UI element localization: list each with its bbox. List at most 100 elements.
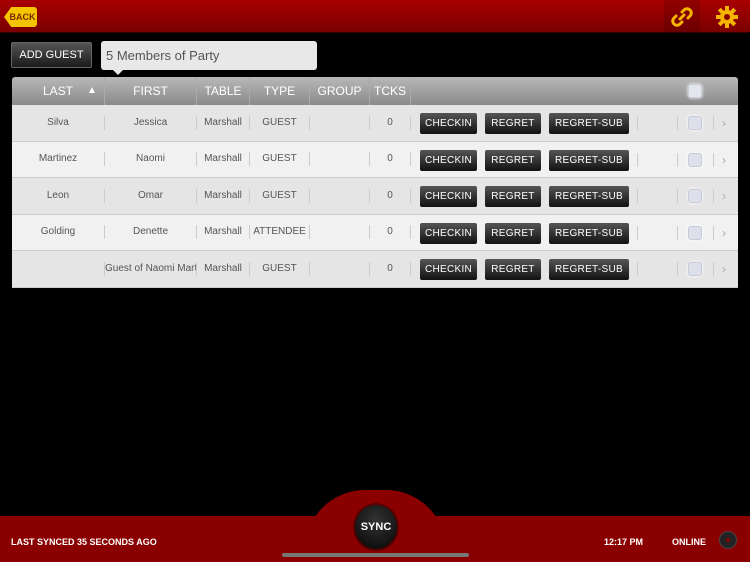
gear-icon (716, 5, 738, 28)
divider (637, 225, 638, 240)
chevron-right-icon[interactable]: › (722, 189, 726, 203)
divider (677, 189, 678, 203)
divider (713, 262, 714, 276)
home-indicator[interactable] (282, 553, 469, 557)
column-label: LAST (42, 84, 73, 98)
table-body: Silva Jessica Marshall GUEST 0 CHECKIN REGRET R… (12, 105, 738, 288)
divider (677, 152, 678, 167)
sync-button[interactable]: SYNC (353, 503, 399, 551)
cell-last: Silva (12, 115, 105, 130)
table-row[interactable]: Guest of Naomi Mart Marshall GUEST 0 CHECKIN… (12, 251, 738, 288)
divider (637, 152, 638, 167)
cell-table: Marshall (197, 152, 250, 167)
sort-ascending-icon: ▲ (87, 85, 97, 96)
regret-sub-button[interactable]: REGRET-SUB (549, 186, 629, 207)
row-checkbox[interactable] (688, 152, 702, 167)
divider (677, 262, 678, 276)
column-first[interactable]: FIRST (105, 77, 197, 105)
cell-last: Martinez (12, 152, 105, 167)
back-button[interactable]: BACK (4, 7, 37, 27)
party-members-label: 5 Members of Party (101, 41, 317, 75)
status-indicator-icon (719, 531, 737, 549)
chevron-right-icon[interactable]: › (722, 226, 726, 240)
cell-group-id (310, 152, 370, 167)
link-button[interactable] (664, 0, 700, 33)
table-row[interactable]: Golding Denette Marshall ATTENDEE 0 CHECKIN RE… (12, 214, 738, 251)
cell-type: GUEST (250, 115, 310, 130)
cell-first: Naomi (105, 152, 197, 167)
cell-tcks: 0 (370, 225, 411, 240)
divider (713, 152, 714, 167)
settings-button[interactable] (709, 0, 745, 33)
guest-table: LAST ▲ FIRST TABLE TYPE GROUP ID TCKS Sil… (12, 77, 738, 288)
cell-first: Denette (105, 225, 197, 240)
regret-sub-button[interactable]: REGRET-SUB (549, 259, 629, 280)
link-icon (671, 6, 693, 27)
cell-last: Golding (12, 225, 105, 240)
column-last[interactable]: LAST ▲ (12, 77, 105, 105)
top-bar: BACK (0, 0, 750, 33)
cell-tcks: 0 (370, 188, 411, 203)
divider (713, 189, 714, 203)
connection-status: ONLINE (672, 537, 707, 547)
row-checkbox[interactable] (688, 262, 702, 276)
cell-table: Marshall (197, 225, 250, 240)
checkin-button[interactable]: CHECKIN (420, 113, 477, 134)
column-table[interactable]: TABLE (197, 77, 250, 105)
regret-button[interactable]: REGRET (485, 113, 541, 134)
row-checkbox[interactable] (688, 189, 702, 203)
divider (637, 189, 638, 203)
cell-last (12, 261, 105, 276)
table-header: LAST ▲ FIRST TABLE TYPE GROUP ID TCKS (12, 77, 738, 126)
cell-table: Marshall (197, 115, 250, 130)
table-row[interactable]: Martinez Naomi Marshall GUEST 0 CHECKIN REGRET… (12, 141, 738, 178)
cell-tcks: 0 (370, 115, 411, 130)
checkin-button[interactable]: CHECKIN (420, 259, 477, 280)
cell-first: Jessica (105, 115, 197, 130)
cell-type: GUEST (250, 261, 310, 276)
cell-type: GUEST (250, 188, 310, 203)
chevron-right-icon[interactable]: › (722, 153, 726, 167)
regret-button[interactable]: REGRET (485, 186, 541, 207)
cell-group-id (310, 225, 370, 240)
divider (713, 225, 714, 240)
table-row[interactable]: Leon Omar Marshall GUEST 0 CHECKIN REGRET REGRE… (12, 178, 738, 215)
row-checkbox[interactable] (688, 116, 702, 130)
regret-sub-button[interactable]: REGRET-SUB (549, 222, 629, 244)
regret-button[interactable]: REGRET (485, 259, 541, 280)
divider (677, 225, 678, 240)
table-row[interactable]: Silva Jessica Marshall GUEST 0 CHECKIN REGRET R… (12, 105, 738, 142)
divider (637, 116, 638, 130)
column-group-id[interactable]: GROUP ID (310, 77, 370, 126)
cell-first: Omar (105, 188, 197, 203)
cell-tcks: 0 (370, 261, 411, 276)
cell-table: Marshall (197, 188, 250, 203)
cell-group-id (310, 261, 370, 276)
checkin-button[interactable]: CHECKIN (420, 186, 477, 207)
chevron-right-icon[interactable]: › (722, 116, 726, 130)
clock-time: 12:17 PM (604, 537, 644, 547)
cell-last: Leon (12, 188, 105, 203)
cell-group-id (310, 115, 370, 130)
column-type[interactable]: TYPE (250, 77, 310, 105)
cell-first: Guest of Naomi Mart (105, 261, 197, 276)
regret-sub-button[interactable]: REGRET-SUB (549, 149, 629, 171)
regret-button[interactable]: REGRET (485, 222, 541, 244)
divider (677, 116, 678, 130)
cell-group-id (310, 188, 370, 203)
regret-button[interactable]: REGRET (485, 149, 541, 171)
add-guest-button[interactable]: ADD GUEST (11, 42, 92, 68)
divider (713, 116, 714, 130)
cell-type: ATTENDEE (250, 225, 310, 240)
select-all-checkbox[interactable] (688, 84, 702, 98)
checkin-button[interactable]: CHECKIN (420, 222, 477, 244)
row-checkbox[interactable] (688, 225, 702, 240)
chevron-right-icon[interactable]: › (722, 262, 726, 276)
cell-tcks: 0 (370, 152, 411, 167)
divider (637, 262, 638, 276)
last-synced-text: LAST SYNCED 35 SECONDS AGO (11, 537, 157, 547)
column-tcks[interactable]: TCKS (370, 77, 411, 105)
regret-sub-button[interactable]: REGRET-SUB (549, 113, 629, 134)
cell-table: Marshall (197, 261, 250, 276)
checkin-button[interactable]: CHECKIN (420, 149, 477, 171)
